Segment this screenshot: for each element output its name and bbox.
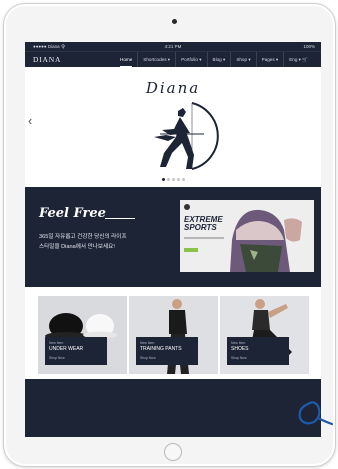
footer	[25, 379, 321, 437]
front-camera	[172, 19, 177, 24]
nav-item-home[interactable]: Home	[115, 52, 137, 68]
slider-dot[interactable]	[176, 178, 180, 181]
product-gallery: New Item UNDER WEAR Shop Now New Item TR…	[25, 287, 321, 379]
promo-divider	[105, 218, 135, 219]
scribble-mark-icon	[298, 401, 334, 426]
product-caption: New Item TRAINING PANTS Shop Now	[136, 337, 198, 365]
product-caption: New Item UNDER WEAR Shop Now	[45, 337, 107, 365]
product-tag: New Item	[49, 341, 64, 345]
hero-logo-script: Diana	[145, 79, 201, 97]
ad-cta-button[interactable]	[184, 248, 198, 252]
shop-now-link[interactable]: Shop Now	[231, 356, 247, 360]
product-card-underwear[interactable]: New Item UNDER WEAR Shop Now	[38, 296, 127, 374]
ad-title: EXTREME SPORTS	[184, 216, 223, 232]
slider-dot[interactable]	[171, 178, 175, 181]
product-name: UNDER WEAR	[49, 346, 84, 352]
slider-dot-active[interactable]	[161, 178, 165, 181]
promo-line-1: 365일 자유롭고 건강한 당신의 라이프	[39, 234, 127, 240]
home-button[interactable]	[164, 443, 182, 461]
product-card-training-pants[interactable]: New Item TRAINING PANTS Shop Now	[129, 296, 218, 374]
battery-label: 100%	[303, 44, 315, 49]
product-name: TRAINING PANTS	[140, 346, 182, 352]
product-caption: New Item SHOES Shop Now	[227, 337, 289, 365]
shop-now-link[interactable]: Shop Now	[49, 356, 65, 360]
slider-prev-arrow-icon[interactable]: ‹	[28, 114, 32, 127]
nav-item-blog[interactable]: Blog ▾	[206, 52, 231, 68]
product-tag: New Item	[231, 341, 246, 345]
slider-dot[interactable]	[181, 178, 185, 181]
archer-silhouette-icon	[154, 102, 219, 170]
promo-text: 365일 자유롭고 건강한 당신의 라이프 스타일을 Diana에서 만나보세요…	[39, 232, 184, 252]
shop-now-link[interactable]: Shop Now	[140, 356, 156, 360]
hero-slider: ‹ Diana	[25, 67, 321, 187]
product-card-shoes[interactable]: New Item SHOES Shop Now	[220, 296, 309, 374]
mountain-art-icon	[180, 200, 314, 272]
main-menu: Home Shortcodes ▾ Portfolio ▾ Blog ▾ Sho…	[115, 52, 313, 68]
status-time: 4:21 PM	[164, 44, 182, 49]
nav-item-shortcodes[interactable]: Shortcodes ▾	[137, 52, 175, 68]
promo-line-2: 스타일을 Diana에서 만나보세요!	[39, 244, 115, 250]
status-bar: ●●●●● Diana 令 4:21 PM 100%	[25, 42, 321, 51]
ad-title-line-2: SPORTS	[184, 223, 217, 232]
top-navigation: DIANA Home Shortcodes ▾ Portfolio ▾ Blog…	[25, 51, 321, 68]
slider-pagination	[25, 178, 321, 181]
promo-heading: Feel Free	[39, 206, 106, 221]
nav-item-language-cart[interactable]: Eng ▾ 🛒	[283, 52, 313, 68]
brand-logo[interactable]: DIANA	[33, 55, 61, 64]
product-name: SHOES	[231, 346, 249, 352]
promo-banner: Feel Free 365일 자유롭고 건강한 당신의 라이프 스타일을 Dia…	[25, 187, 321, 287]
ipad-frame: ●●●●● Diana 令 4:21 PM 100% DIANA Home Sh…	[3, 3, 336, 467]
ad-subtitle-bar	[184, 237, 224, 239]
slider-dot[interactable]	[166, 178, 170, 181]
extreme-sports-ad-image[interactable]: EXTREME SPORTS	[180, 200, 314, 272]
nav-item-portfolio[interactable]: Portfolio ▾	[175, 52, 206, 68]
nav-item-pages[interactable]: Pages ▾	[255, 52, 284, 68]
product-tag: New Item	[140, 341, 155, 345]
nav-item-shop[interactable]: Shop ▾	[230, 52, 255, 68]
ad-brand-icon	[184, 204, 190, 210]
screen: ●●●●● Diana 令 4:21 PM 100% DIANA Home Sh…	[25, 42, 321, 437]
